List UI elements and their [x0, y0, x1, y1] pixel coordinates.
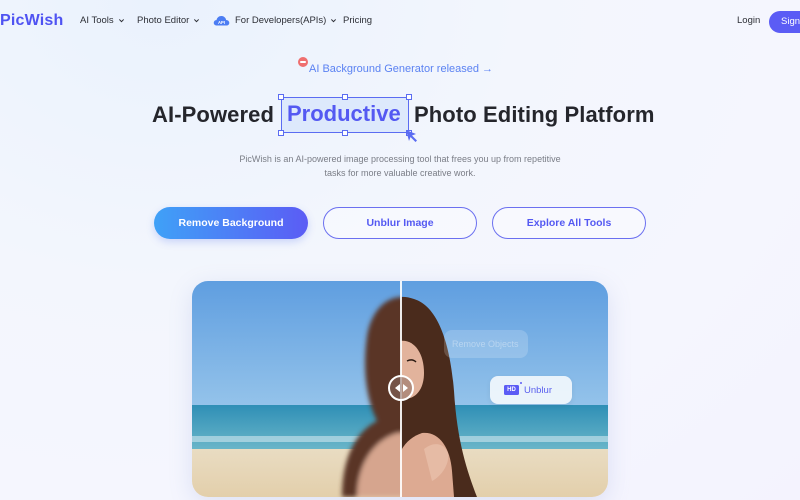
- nav-photo-editor[interactable]: Photo Editor: [137, 15, 200, 26]
- brand-logo[interactable]: PicWish: [0, 12, 64, 30]
- unblur-chip[interactable]: HD Unblur: [490, 376, 572, 404]
- resize-handle: [406, 94, 412, 100]
- nav-ai-tools[interactable]: AI Tools: [80, 15, 125, 26]
- hd-icon: HD: [504, 382, 522, 395]
- nav-photo-editor-label: Photo Editor: [137, 15, 190, 26]
- new-badge-icon: [298, 57, 308, 67]
- signup-button[interactable]: Sign: [769, 11, 800, 33]
- top-navigation: PicWish AI Tools Photo Editor API For De…: [0, 0, 800, 44]
- login-link[interactable]: Login: [737, 15, 760, 26]
- resize-handle: [278, 130, 284, 136]
- api-icon-text: API: [218, 20, 225, 25]
- nav-ai-tools-label: AI Tools: [80, 15, 114, 26]
- arrow-right-icon: [402, 384, 408, 392]
- chevron-down-icon: [194, 19, 200, 23]
- announcement-link[interactable]: AI Background Generator released →: [298, 57, 494, 75]
- chevron-down-icon: [331, 19, 337, 23]
- announcement-text: AI Background Generator released →: [309, 63, 494, 75]
- nav-pricing[interactable]: Pricing: [343, 15, 372, 26]
- resize-handle: [342, 94, 348, 100]
- chevron-down-icon: [118, 19, 124, 23]
- headline-highlight: Productive: [287, 101, 401, 126]
- comparison-slider-handle[interactable]: [388, 375, 414, 401]
- explore-all-tools-button[interactable]: Explore All Tools: [492, 207, 646, 239]
- nav-pricing-label: Pricing: [343, 15, 373, 26]
- unblur-image-button[interactable]: Unblur Image: [323, 207, 477, 239]
- unblur-chip-label: Unblur: [524, 384, 552, 396]
- api-cloud-icon: API: [213, 15, 230, 26]
- headline-suffix: Photo Editing Platform: [414, 102, 655, 127]
- arrow-left-icon: [394, 384, 400, 392]
- nav-developers[interactable]: API For Developers(APIs): [213, 15, 337, 26]
- remove-background-button[interactable]: Remove Background: [154, 207, 308, 239]
- resize-handle: [278, 94, 284, 100]
- nav-developers-label: For Developers(APIs): [235, 15, 327, 26]
- cursor-arrow-icon: [406, 130, 417, 142]
- remove-objects-chip: Remove Objects: [444, 330, 528, 358]
- resize-handle: [342, 130, 348, 136]
- before-after-preview[interactable]: Remove Objects HD Unblur: [192, 281, 608, 497]
- headline-prefix: AI-Powered: [152, 102, 275, 127]
- hero-subtitle: PicWish is an AI-powered image processin…: [239, 154, 561, 178]
